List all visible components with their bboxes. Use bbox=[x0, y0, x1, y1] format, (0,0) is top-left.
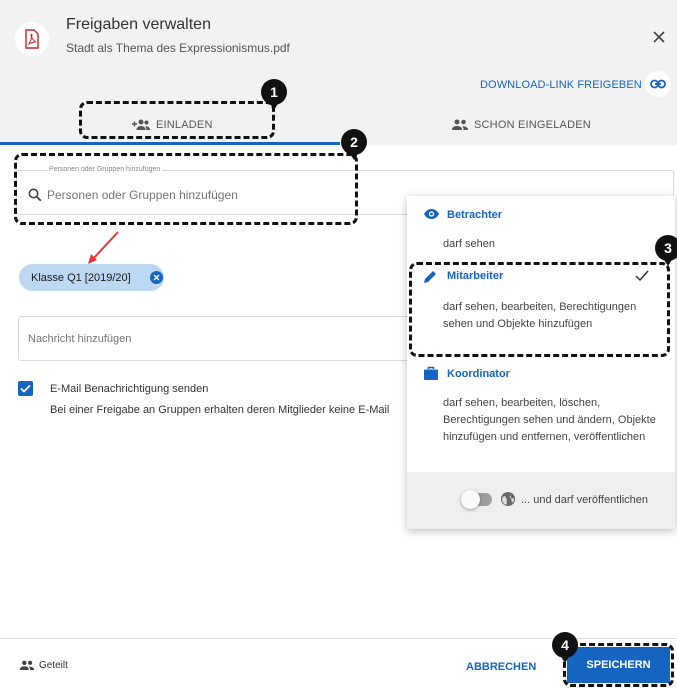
role-dropdown: Betrachter darf sehen Mitarbeiter darf s… bbox=[407, 196, 675, 529]
role-option-viewer[interactable]: Betrachter darf sehen bbox=[407, 196, 675, 258]
annotation-box-2 bbox=[14, 153, 358, 225]
people-icon bbox=[452, 119, 468, 130]
close-icon bbox=[153, 274, 160, 281]
recipient-chip-label: Klasse Q1 [2019/20] bbox=[31, 271, 131, 284]
annotation-pointer-4 bbox=[560, 655, 570, 663]
email-notification-checkbox[interactable] bbox=[18, 381, 33, 396]
publish-label: ... und darf veröffentlichen bbox=[521, 494, 648, 506]
role-option-coordinator[interactable]: Koordinator darf sehen, bearbeiten, lösc… bbox=[407, 364, 675, 470]
link-button[interactable] bbox=[645, 71, 671, 97]
recipient-chip: Klasse Q1 [2019/20] bbox=[19, 264, 164, 291]
annotation-pointer-2 bbox=[349, 152, 359, 160]
people-icon bbox=[19, 660, 35, 670]
close-button[interactable] bbox=[648, 26, 670, 48]
remove-chip-button[interactable] bbox=[150, 271, 163, 284]
email-notification-label: E-Mail Benachrichtigung senden bbox=[50, 383, 209, 395]
active-tab-indicator bbox=[0, 142, 340, 145]
annotation-box-4 bbox=[563, 643, 674, 687]
globe-icon bbox=[501, 492, 515, 506]
eye-icon bbox=[424, 209, 439, 219]
shared-label: Geteilt bbox=[39, 660, 68, 671]
link-icon bbox=[650, 79, 666, 89]
publish-toggle[interactable] bbox=[461, 490, 492, 509]
role-name: Betrachter bbox=[447, 209, 503, 221]
tab-already-invited[interactable]: SCHON EINGELADEN bbox=[451, 112, 591, 138]
tab-already-invited-label: SCHON EINGELADEN bbox=[474, 119, 591, 131]
checkmark-icon bbox=[20, 384, 31, 393]
annotation-box-3 bbox=[409, 262, 670, 357]
cancel-button[interactable]: ABBRECHEN bbox=[466, 661, 536, 673]
toggle-knob bbox=[461, 490, 480, 509]
annotation-pointer-1 bbox=[269, 102, 279, 110]
message-input[interactable] bbox=[28, 333, 388, 345]
role-description: darf sehen bbox=[443, 238, 495, 250]
close-icon bbox=[653, 31, 665, 43]
role-name: Koordinator bbox=[447, 368, 510, 380]
pdf-file-icon bbox=[15, 22, 49, 56]
annotation-box-1 bbox=[79, 101, 275, 139]
dialog-title: Freigaben verwalten bbox=[66, 16, 211, 33]
annotation-pointer-3 bbox=[663, 258, 673, 266]
file-name: Stadt als Thema des Expressionismus.pdf bbox=[66, 41, 290, 55]
briefcase-icon bbox=[424, 366, 438, 380]
shared-status: Geteilt bbox=[19, 660, 68, 671]
email-notification-hint: Bei einer Freigabe an Gruppen erhalten d… bbox=[50, 404, 390, 416]
role-description: darf sehen, bearbeiten, löschen, Berecht… bbox=[443, 397, 656, 443]
download-link-share-button[interactable]: DOWNLOAD-LINK FREIGEBEN bbox=[480, 79, 642, 91]
